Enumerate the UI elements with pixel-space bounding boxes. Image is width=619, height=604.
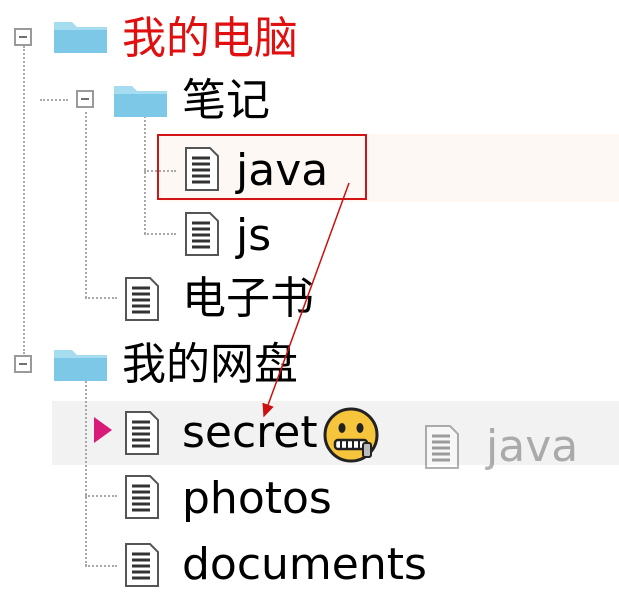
drag-path-arrow <box>262 182 350 418</box>
